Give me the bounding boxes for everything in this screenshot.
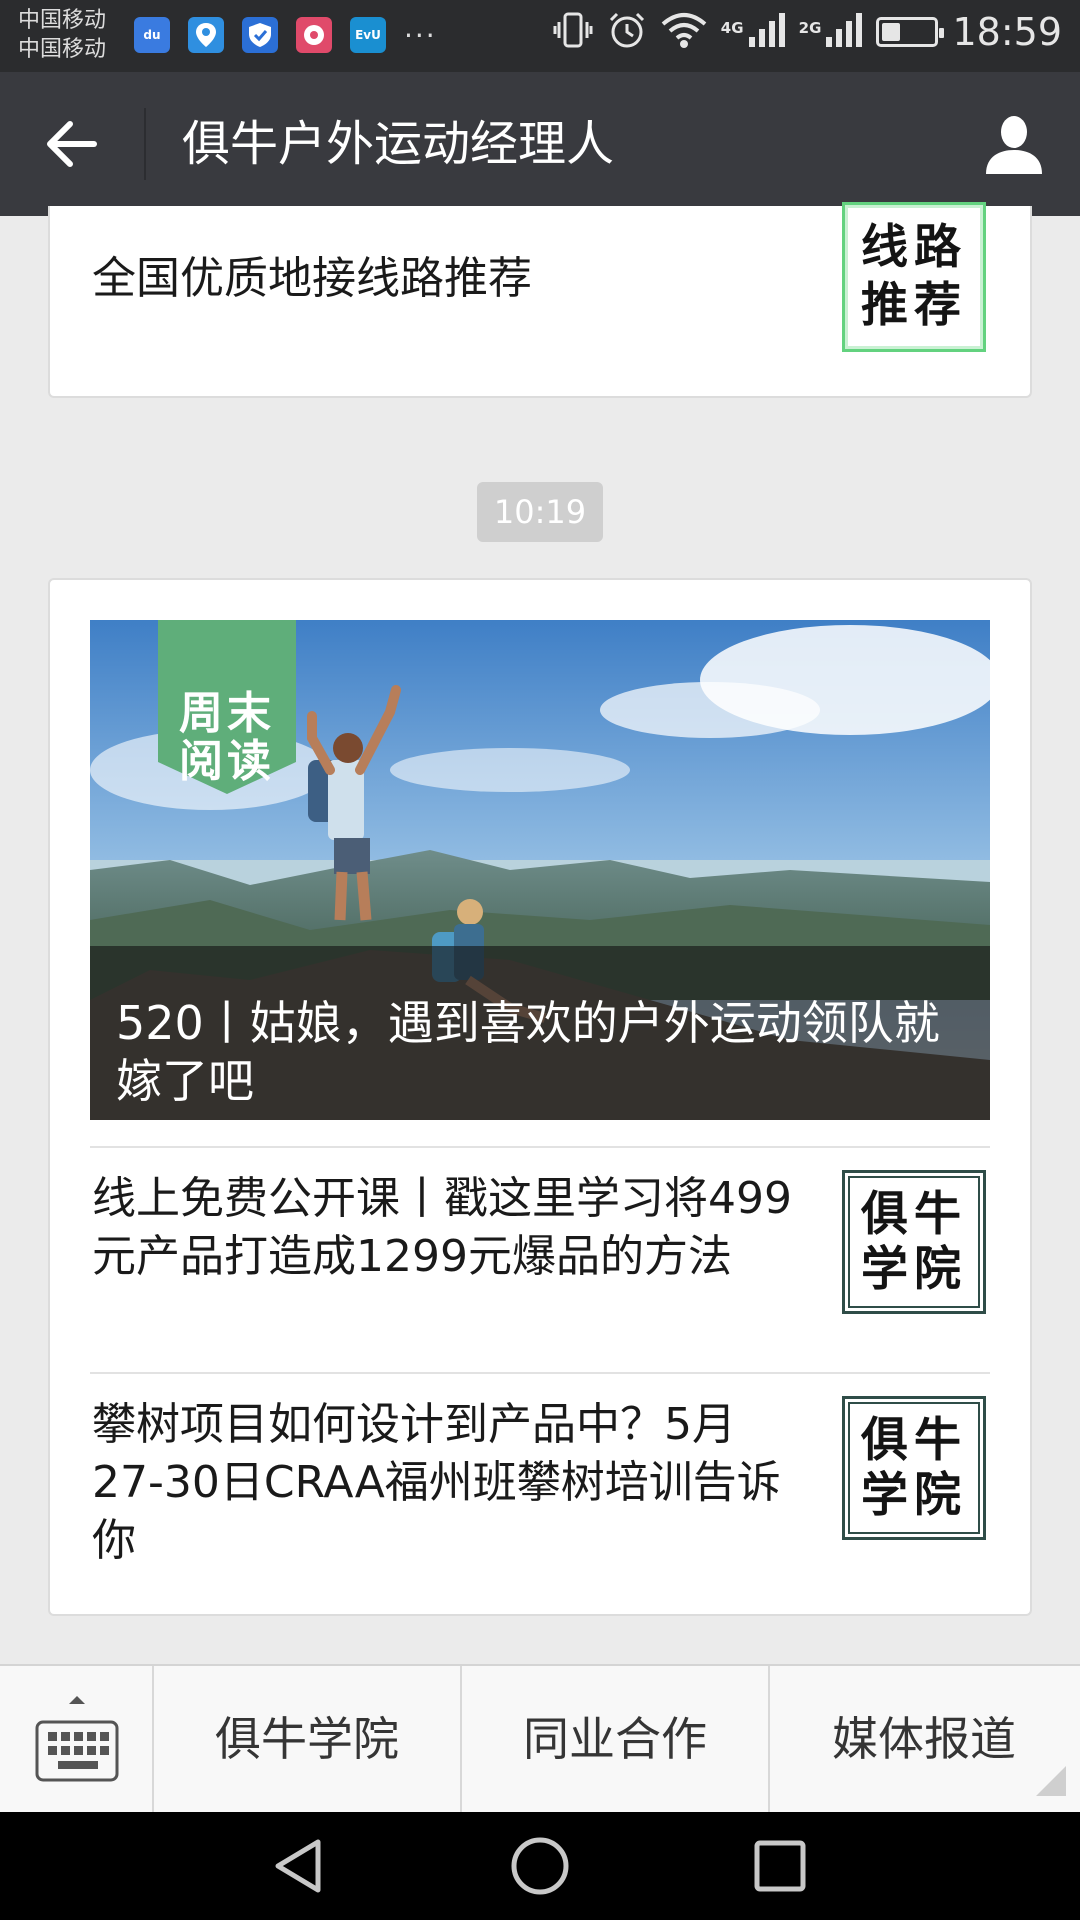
title-bar: 俱牛户外运动经理人 bbox=[0, 72, 1080, 216]
article-card-previous[interactable]: 全国优质地接线路推荐 线路 推荐 bbox=[48, 202, 1032, 398]
resize-corner-icon bbox=[1036, 1766, 1066, 1796]
article-title: 全国优质地接线路推荐 bbox=[92, 253, 532, 304]
thumbnail-line-2: 学院 bbox=[861, 1241, 967, 1297]
menu-item-media[interactable]: 媒体报道 bbox=[770, 1666, 1078, 1812]
battery-level bbox=[882, 23, 901, 41]
nav-recents-button[interactable] bbox=[748, 1834, 812, 1898]
network-type-label: 4G bbox=[720, 19, 744, 37]
thumbnail-line-1: 俱牛 bbox=[861, 1412, 967, 1468]
menu-item-cooperation[interactable]: 同业合作 bbox=[462, 1666, 770, 1812]
nav-back-button[interactable] bbox=[266, 1834, 330, 1898]
shield-icon bbox=[242, 17, 278, 53]
thumbnail-line-1: 线路 bbox=[861, 220, 967, 275]
article-card: 周末 阅读 520丨姑娘，遇到喜欢的户外运动领队就嫁了吧 线上免费公开课丨戳这里… bbox=[48, 578, 1032, 1616]
more-notifications-icon: ··· bbox=[404, 18, 437, 52]
signal-icon bbox=[826, 13, 863, 47]
battery-icon bbox=[876, 17, 945, 47]
keyboard-icon bbox=[35, 1696, 119, 1782]
location-icon bbox=[188, 17, 224, 53]
baidu-icon: du bbox=[134, 17, 170, 53]
status-bar: 中国移动 中国移动 du EvU ··· 4G 2G 18:59 bbox=[0, 0, 1080, 72]
thumbnail-line-2: 推荐 bbox=[861, 278, 967, 333]
article-title: 攀树项目如何设计到产品中？5月27-30日CRAA福州班攀树培训告诉你 bbox=[92, 1399, 781, 1566]
carrier-line-1: 中国移动 bbox=[18, 8, 107, 33]
thumbnail-line-1: 俱牛 bbox=[861, 1186, 967, 1242]
menu-item-academy[interactable]: 俱牛学院 bbox=[154, 1666, 462, 1812]
tag-line-2: 阅读 bbox=[179, 736, 275, 787]
signal-4g: 4G bbox=[721, 13, 785, 51]
signal-icon bbox=[748, 13, 785, 47]
nav-recents-icon bbox=[754, 1840, 806, 1892]
title-divider bbox=[144, 108, 146, 180]
article-list-item[interactable]: 线上免费公开课丨戳这里学习将499元产品打造成1299元爆品的方法 俱牛 学院 bbox=[50, 1148, 1030, 1374]
cover-article[interactable]: 周末 阅读 520丨姑娘，遇到喜欢的户外运动领队就嫁了吧 bbox=[90, 620, 990, 1120]
network-type-label: 2G bbox=[798, 19, 822, 37]
article-thumbnail: 俱牛 学院 bbox=[842, 1396, 986, 1540]
message-timestamp: 10:19 bbox=[477, 482, 603, 542]
weekend-reading-label: 周末 阅读 bbox=[158, 690, 296, 786]
keyboard-toggle-button[interactable] bbox=[0, 1666, 154, 1812]
bottom-menu: 俱牛学院 同业合作 媒体报道 bbox=[0, 1664, 1080, 1812]
signal-2g: 2G bbox=[799, 13, 863, 51]
carrier-label: 中国移动 中国移动 bbox=[18, 6, 106, 64]
article-thumbnail: 线路 推荐 bbox=[842, 202, 986, 352]
music-icon bbox=[296, 17, 332, 53]
alarm-icon bbox=[607, 10, 647, 54]
article-list-item[interactable]: 攀树项目如何设计到产品中？5月27-30日CRAA福州班攀树培训告诉你 俱牛 学… bbox=[50, 1374, 1030, 1600]
evernote-icon: EvU bbox=[350, 17, 386, 53]
carrier-line-2: 中国移动 bbox=[18, 37, 107, 62]
nav-home-icon bbox=[511, 1837, 569, 1895]
tag-line-1: 周末 bbox=[179, 688, 275, 739]
wifi-icon bbox=[661, 10, 707, 54]
status-clock: 18:59 bbox=[952, 10, 1062, 54]
article-thumbnail: 俱牛 学院 bbox=[842, 1170, 986, 1314]
vibrate-icon bbox=[553, 10, 593, 54]
system-nav-bar bbox=[0, 1812, 1080, 1920]
profile-button[interactable] bbox=[978, 108, 1050, 180]
notification-icons: du EvU ··· bbox=[134, 17, 437, 53]
arrow-left-icon bbox=[47, 121, 97, 167]
nav-back-icon bbox=[275, 1839, 321, 1893]
page-title: 俱牛户外运动经理人 bbox=[182, 116, 615, 172]
system-icons: 4G 2G 18:59 bbox=[553, 10, 1062, 54]
back-button[interactable] bbox=[36, 108, 108, 180]
nav-home-button[interactable] bbox=[508, 1834, 572, 1898]
cover-article-title: 520丨姑娘，遇到喜欢的户外运动领队就嫁了吧 bbox=[116, 996, 940, 1108]
article-title: 线上免费公开课丨戳这里学习将499元产品打造成1299元爆品的方法 bbox=[92, 1173, 792, 1282]
person-icon bbox=[986, 116, 1042, 174]
thumbnail-line-2: 学院 bbox=[861, 1467, 967, 1523]
